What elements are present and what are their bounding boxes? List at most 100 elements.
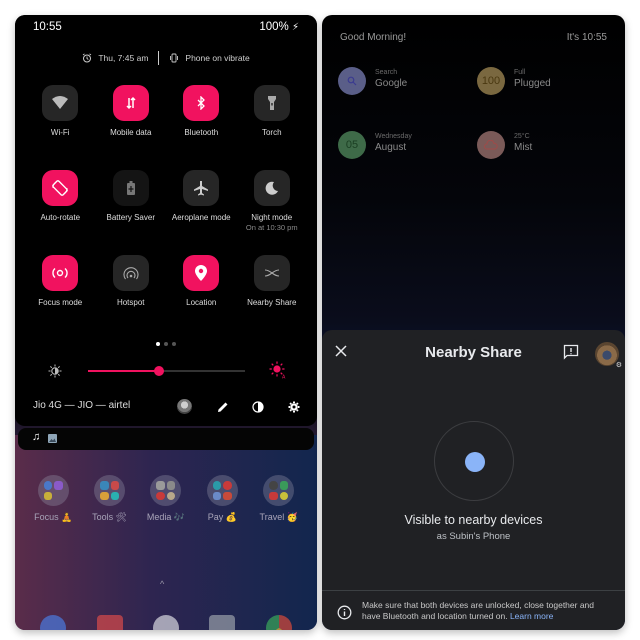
widget-date[interactable]: 05 Wednesday August — [338, 131, 477, 195]
learn-more-link[interactable]: Learn more — [510, 611, 553, 621]
page-dot[interactable] — [172, 342, 176, 346]
page-indicator[interactable] — [15, 342, 317, 346]
messages-app-icon[interactable] — [96, 615, 123, 630]
widget-weather[interactable]: 25°C Mist — [477, 131, 613, 195]
feedback-icon[interactable] — [563, 344, 579, 360]
ringer-text[interactable]: Phone on vibrate — [185, 53, 249, 63]
folder-media[interactable]: Media 🎶 — [138, 475, 194, 523]
edit-pencil-icon[interactable] — [215, 399, 231, 415]
moon-icon — [253, 170, 290, 206]
brightness-slider[interactable] — [88, 366, 245, 376]
folder-icon — [206, 475, 238, 506]
battery-saver-icon — [112, 170, 149, 206]
search-icon — [338, 67, 366, 95]
account-avatar[interactable]: ⚙ — [595, 342, 622, 369]
phone-app-icon[interactable] — [40, 615, 67, 630]
quick-tiles-grid: Wi-Fi Mobile data Bluetooth Torch Auto-r… — [25, 85, 307, 340]
tile-label: Torch — [261, 128, 282, 137]
folder-label: Pay 💰 — [207, 512, 237, 522]
folder-icon — [37, 475, 69, 506]
folder-icon — [263, 475, 295, 506]
cloud-icon — [477, 131, 505, 159]
tile-hotspot[interactable]: Hotspot — [96, 255, 167, 340]
tile-label: Aeroplane mode — [171, 213, 231, 222]
settings-gear-icon[interactable] — [286, 399, 302, 415]
widget-search[interactable]: Search Google — [338, 67, 477, 131]
page-dot[interactable] — [156, 342, 160, 346]
bluetooth-icon — [183, 85, 220, 121]
tile-label: Mobile data — [110, 128, 152, 137]
folder-label: Tools 🛠 — [92, 512, 128, 522]
carrier-text: Jio 4G — JIO — airtel — [33, 400, 131, 411]
widget-battery[interactable]: 100 Full Plugged — [477, 67, 613, 131]
status-bar: 10:55 100% ⚡ — [33, 21, 299, 37]
tile-mobile-data[interactable]: Mobile data — [96, 85, 167, 170]
battery-percent: 100% — [259, 21, 289, 33]
tile-label: Wi-Fi — [50, 128, 70, 137]
hotspot-icon — [112, 255, 149, 291]
widget-value: Google — [375, 78, 408, 89]
camera-app-icon[interactable] — [209, 615, 236, 630]
widget-caption: Search — [375, 69, 398, 76]
alarm-text[interactable]: Thu, 7:45 am — [98, 53, 148, 63]
tile-label: Nearby Share — [247, 298, 297, 307]
vibrate-icon — [170, 53, 179, 63]
visibility-dot — [465, 452, 485, 472]
music-app-icon[interactable] — [152, 615, 179, 630]
tile-bluetooth[interactable]: Bluetooth — [166, 85, 237, 170]
battery-level-badge: 100 — [477, 67, 505, 95]
quick-settings-shade: 10:55 100% ⚡ Thu, 7:45 am Phone on vibra… — [15, 15, 317, 426]
tile-focus-mode[interactable]: Focus mode — [25, 255, 96, 340]
chrome-app-icon[interactable] — [265, 615, 292, 630]
info-separator — [158, 51, 160, 65]
tile-location[interactable]: Location — [166, 255, 237, 340]
tile-night-mode[interactable]: Night mode On at 10:30 pm — [237, 170, 308, 255]
widget-value: Plugged — [514, 78, 551, 89]
home-widgets: Search Google 100 Full Plugged 05 Wednes… — [338, 67, 613, 195]
media-notification-bar[interactable]: ♫ — [18, 428, 314, 450]
tile-auto-rotate[interactable]: Auto-rotate — [25, 170, 96, 255]
tile-battery-saver[interactable]: Battery Saver — [96, 170, 167, 255]
info-line: Thu, 7:45 am Phone on vibrate — [15, 51, 317, 65]
app-dock — [15, 615, 317, 630]
info-icon — [337, 605, 352, 620]
app-drawer-chevron-icon[interactable]: ^ — [160, 579, 164, 589]
battery-status: 100% ⚡ — [259, 21, 299, 33]
tile-label: Battery Saver — [106, 213, 155, 222]
hint-message: Make sure that both devices are unlocked… — [362, 600, 595, 621]
settings-gear-icon: ⚙ — [615, 362, 622, 369]
tile-label: Hotspot — [116, 298, 145, 307]
tile-label: Focus mode — [38, 298, 83, 307]
wifi-icon — [42, 85, 79, 121]
widget-caption: Wednesday — [375, 133, 412, 140]
tile-aeroplane-mode[interactable]: Aeroplane mode — [166, 170, 237, 255]
status-time: 10:55 — [33, 21, 62, 33]
widget-value: August — [375, 142, 407, 153]
folder-tools[interactable]: Tools 🛠 — [82, 475, 138, 523]
auto-brightness-icon[interactable]: A — [269, 361, 287, 379]
device-name: as Subin's Phone — [436, 531, 511, 542]
user-avatar[interactable] — [177, 399, 192, 414]
visibility-status: Visible to nearby devices — [404, 513, 543, 527]
quick-settings-panel: 10:55 100% ⚡ Thu, 7:45 am Phone on vibra… — [15, 15, 317, 630]
clock-text: It's 10:55 — [566, 32, 607, 43]
brightness-thumb[interactable] — [153, 366, 164, 376]
visibility-radar — [434, 421, 514, 501]
dark-theme-icon[interactable] — [250, 399, 266, 415]
hint-text: Make sure that both devices are unlocked… — [362, 600, 612, 622]
tile-label: Night mode — [251, 213, 293, 222]
nearby-share-icon — [253, 255, 290, 291]
music-note-icon: ♫ — [32, 431, 41, 443]
folder-travel[interactable]: Travel 🥳 — [251, 475, 307, 523]
tile-label: Bluetooth — [184, 128, 219, 137]
wallpaper — [15, 435, 317, 630]
page-dot[interactable] — [164, 342, 168, 346]
mobile-data-icon — [112, 85, 149, 121]
folder-focus[interactable]: Focus 🧘 — [25, 475, 81, 523]
tile-wifi[interactable]: Wi-Fi — [25, 85, 96, 170]
brightness-low-icon — [48, 364, 62, 378]
tile-torch[interactable]: Torch — [237, 85, 308, 170]
folder-pay[interactable]: Pay 💰 — [194, 475, 250, 523]
tile-nearby-share[interactable]: Nearby Share — [237, 255, 308, 340]
tile-sublabel: On at 10:30 pm — [245, 223, 298, 232]
